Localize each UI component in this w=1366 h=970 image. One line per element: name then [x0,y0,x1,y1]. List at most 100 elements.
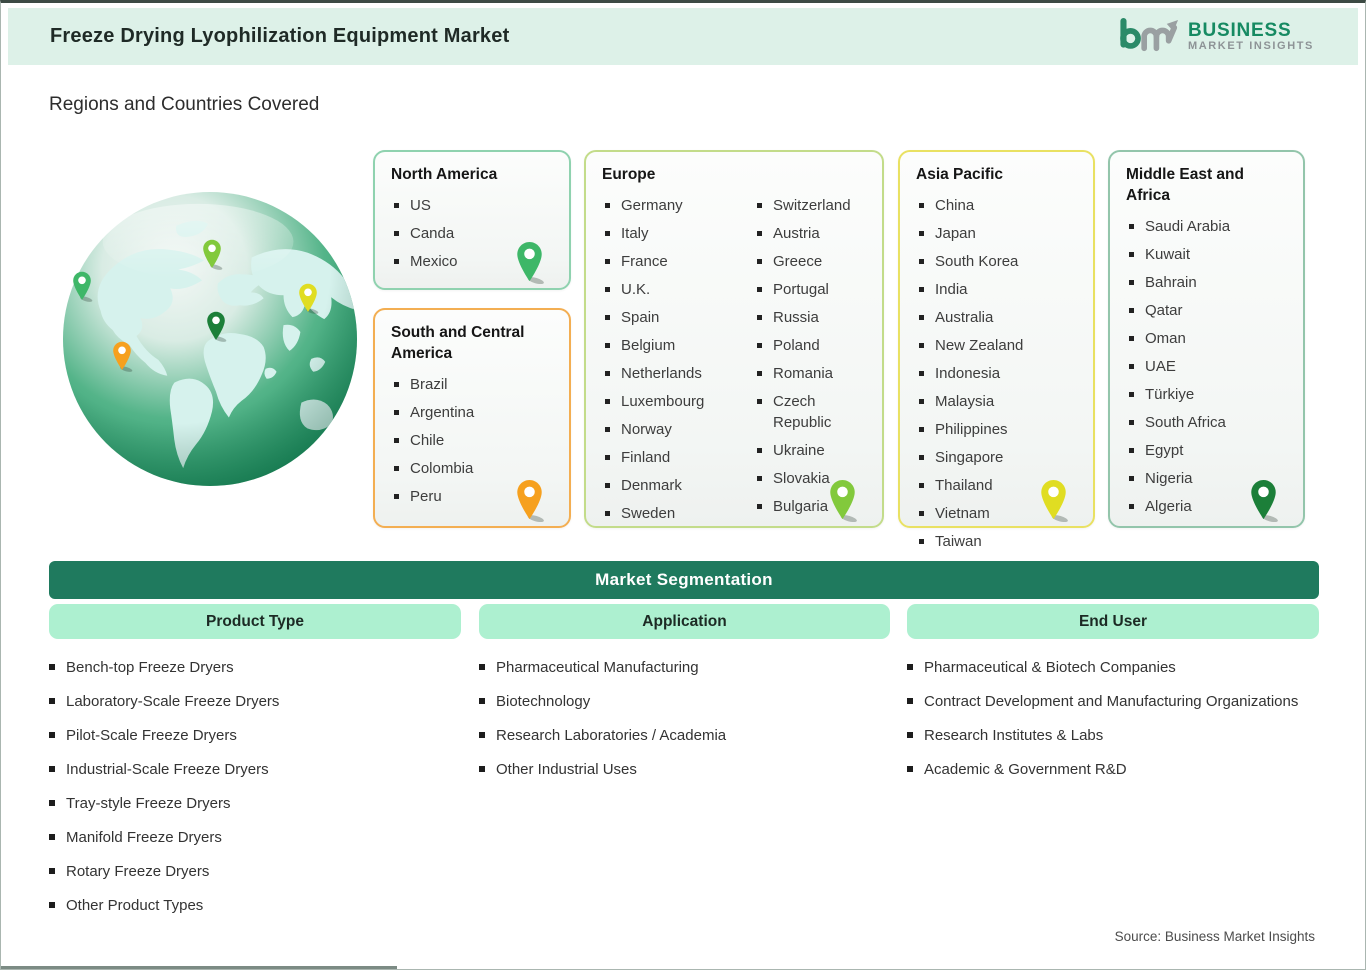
square-bullet-icon [919,370,924,376]
list-item-label: Research Laboratories / Academia [496,727,727,744]
list-item: New Zealand [916,335,1079,356]
header: Freeze Drying Lyophilization Equipment M… [8,8,1358,65]
list-item: Research Institutes & Labs [907,724,1325,748]
list-item: Austria [754,223,868,244]
square-bullet-icon [907,698,913,704]
square-bullet-icon [919,286,924,292]
list-item-label: Oman [1145,329,1186,347]
list-item: Denmark [602,475,754,496]
bmi-logo-icon [1120,17,1178,51]
list-item: Greece [754,251,868,272]
list-item-label: Mexico [410,252,458,270]
list-item-label: Netherlands [621,364,702,382]
list-item-label: Czech Republic [773,392,832,431]
square-bullet-icon [479,698,485,704]
list-item: India [916,279,1079,300]
square-bullet-icon [757,503,762,509]
list-item: Norway [602,419,754,440]
list-item-label: Switzerland [773,196,851,214]
list-item: Rotary Freeze Dryers [49,860,464,884]
square-bullet-icon [394,437,399,443]
list-item: Czech Republic [754,391,868,433]
list-item: Academic & Government R&D [907,758,1325,782]
square-bullet-icon [1129,307,1134,313]
location-pin-icon [514,241,545,284]
list-item-label: UAE [1145,357,1176,375]
list-item-label: South Africa [1145,413,1226,431]
list-item-label: Spain [621,308,660,326]
square-bullet-icon [919,482,924,488]
list-item-label: Poland [773,336,820,354]
list-item-label: Australia [935,308,994,326]
region-title: Asia Pacific [916,166,1004,183]
region-card-middle-east-africa: Middle East and Africa Saudi Arabia Kuwai… [1108,150,1305,528]
list-item-label: Chile [410,431,445,449]
square-bullet-icon [757,230,762,236]
region-title: South and Central America [391,324,525,362]
square-bullet-icon [605,202,610,208]
list-item-label: Nigeria [1145,469,1193,487]
globe-pin-middle-east [205,311,227,342]
square-bullet-icon [49,664,55,670]
list-item: Chile [391,430,555,451]
square-bullet-icon [479,732,485,738]
list-item-label: Sweden [621,504,676,522]
list-item-label: Bahrain [1145,273,1197,291]
list-item-label: Pharmaceutical & Biotech Companies [924,659,1176,676]
list-item-label: Finland [621,448,671,466]
square-bullet-icon [394,465,399,471]
list-item: France [602,251,754,272]
list-item-label: Philippines [935,420,1008,438]
list-item: Contract Development and Manufacturing O… [907,690,1325,714]
square-bullet-icon [919,510,924,516]
square-bullet-icon [605,370,610,376]
logo-wordmark: BUSINESS MARKET INSIGHTS [1187,20,1314,52]
square-bullet-icon [605,398,610,404]
list-item: South Africa [1126,412,1289,433]
list-item: Philippines [916,419,1079,440]
list-item: Luxembourg [602,391,754,412]
list-item: Germany [602,195,754,216]
list-item-label: Singapore [935,448,1004,466]
list-item-label: Slovakia [773,469,830,487]
list-item-label: Rotary Freeze Dryers [66,863,210,880]
application-list: Pharmaceutical Manufacturing Biotechnolog… [479,656,899,792]
square-bullet-icon [394,202,399,208]
square-bullet-icon [907,664,913,670]
page-title: Freeze Drying Lyophilization Equipment M… [50,25,510,47]
region-card-asia-pacific: Asia Pacific China Japan South Korea India A… [898,150,1095,578]
list-item-label: Pilot-Scale Freeze Dryers [66,727,237,744]
list-item-label: New Zealand [935,336,1024,354]
list-item-label: Belgium [621,336,676,354]
source-note: Source: Business Market Insights [1114,929,1315,944]
location-pin-icon [1038,479,1069,522]
list-item: Italy [602,223,754,244]
list-item-label: Italy [621,224,649,242]
bottom-divider [1,966,397,969]
list-item-label: U.K. [621,280,651,298]
list-item: US [391,195,555,216]
square-bullet-icon [49,698,55,704]
square-bullet-icon [757,475,762,481]
square-bullet-icon [394,381,399,387]
square-bullet-icon [479,664,485,670]
list-item: Kuwait [1126,244,1289,265]
segment-header-end-user: End User [907,604,1319,639]
square-bullet-icon [919,454,924,460]
list-item: Biotechnology [479,690,899,714]
square-bullet-icon [1129,223,1134,229]
square-bullet-icon [919,342,924,348]
square-bullet-icon [1129,251,1134,257]
square-bullet-icon [479,766,485,772]
list-item: U.K. [602,279,754,300]
list-item-label: India [935,280,968,298]
list-item-label: France [621,252,668,270]
square-bullet-icon [394,258,399,264]
logo-line2: MARKET INSIGHTS [1187,39,1314,52]
square-bullet-icon [605,510,610,516]
square-bullet-icon [394,230,399,236]
list-item-label: Laboratory-Scale Freeze Dryers [66,693,280,710]
list-item-label: Contract Development and Manufacturing O… [924,693,1299,710]
list-item-label: Algeria [1145,497,1192,515]
list-item: Oman [1126,328,1289,349]
